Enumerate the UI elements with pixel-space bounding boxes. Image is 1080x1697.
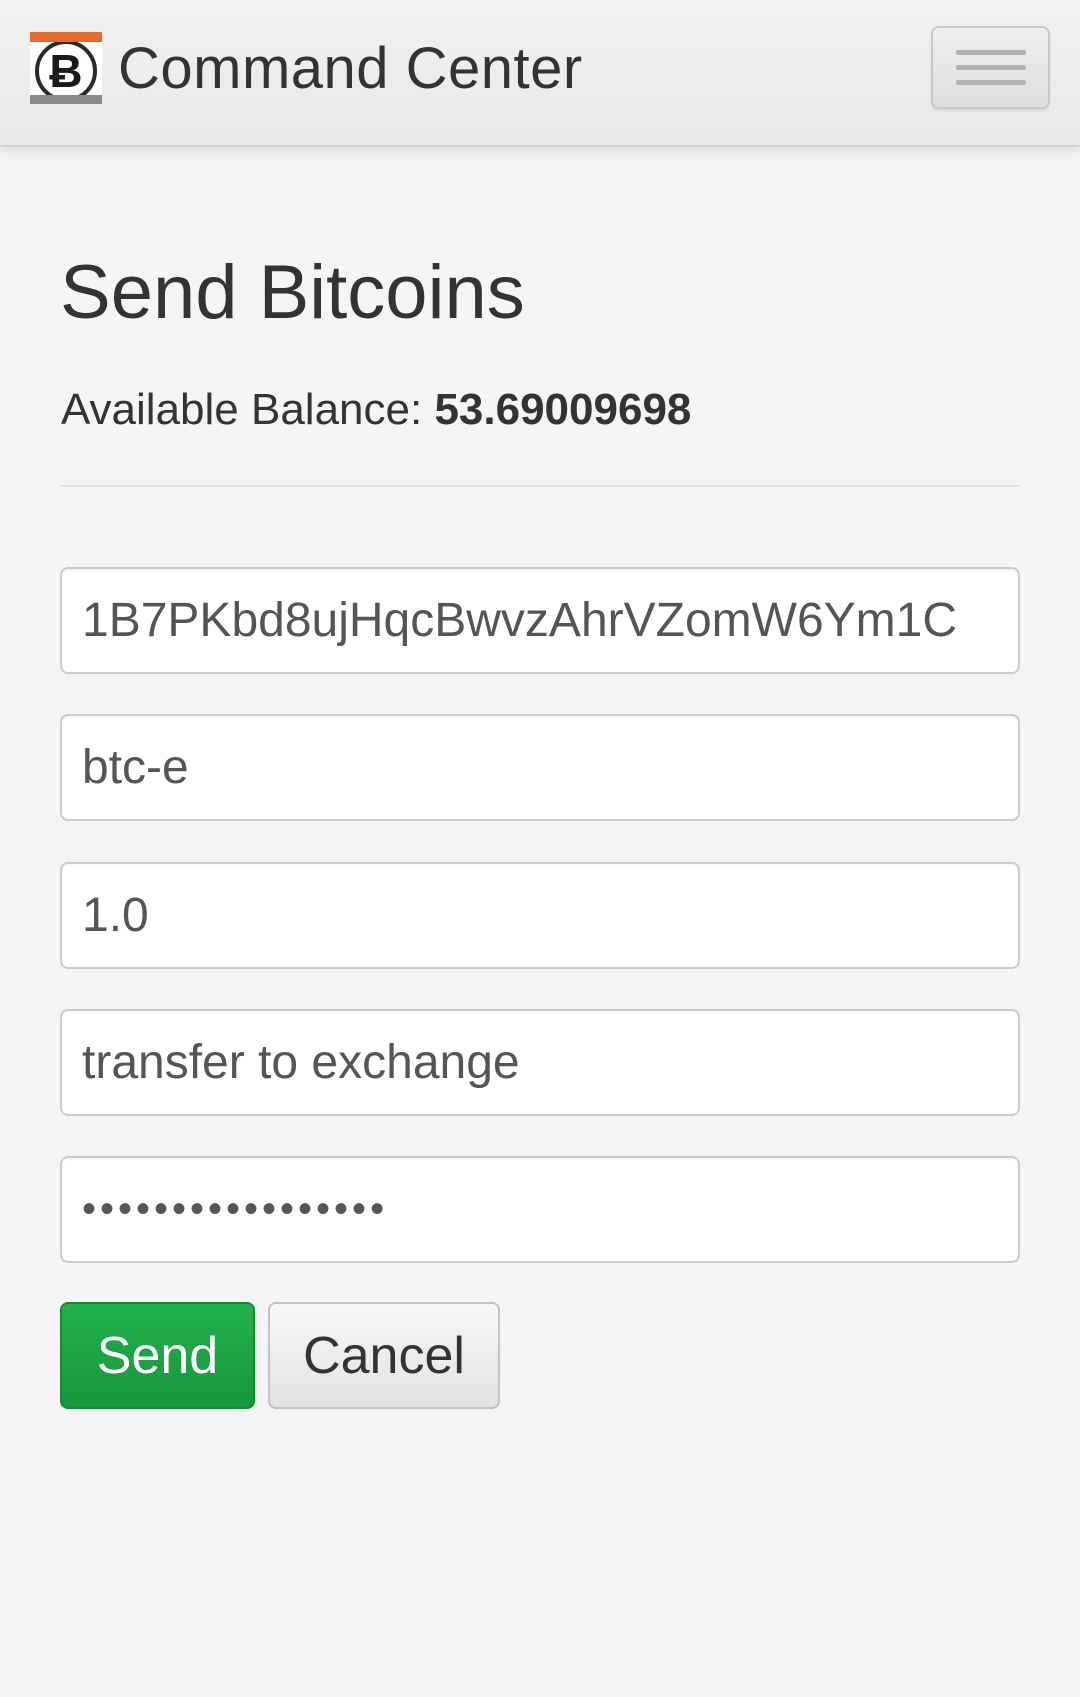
hamburger-menu-icon (955, 65, 1026, 70)
divider (60, 485, 1020, 487)
label-input[interactable] (60, 714, 1020, 821)
page-title: Send Bitcoins (60, 250, 525, 335)
hamburger-menu-icon (955, 80, 1026, 85)
balance-label: Available Balance: (61, 385, 423, 434)
available-balance: Available Balance: 53.69009698 (61, 388, 691, 432)
address-input[interactable] (60, 567, 1020, 674)
logo-glyph: Ƀ (35, 42, 97, 95)
bitcoin-logo-icon: Ƀ (30, 32, 102, 104)
password-input[interactable] (60, 1156, 1020, 1263)
send-button[interactable]: Send (60, 1302, 255, 1409)
hamburger-menu-icon (955, 50, 1026, 55)
menu-toggle-button[interactable] (931, 26, 1050, 109)
balance-value: 53.69009698 (434, 385, 692, 434)
brand[interactable]: Ƀ Command Center (30, 32, 583, 104)
brand-title: Command Center (118, 35, 583, 101)
memo-input[interactable] (60, 1009, 1020, 1116)
cancel-button[interactable]: Cancel (268, 1302, 500, 1409)
navbar: Ƀ Command Center (0, 0, 1080, 147)
amount-input[interactable] (60, 862, 1020, 969)
